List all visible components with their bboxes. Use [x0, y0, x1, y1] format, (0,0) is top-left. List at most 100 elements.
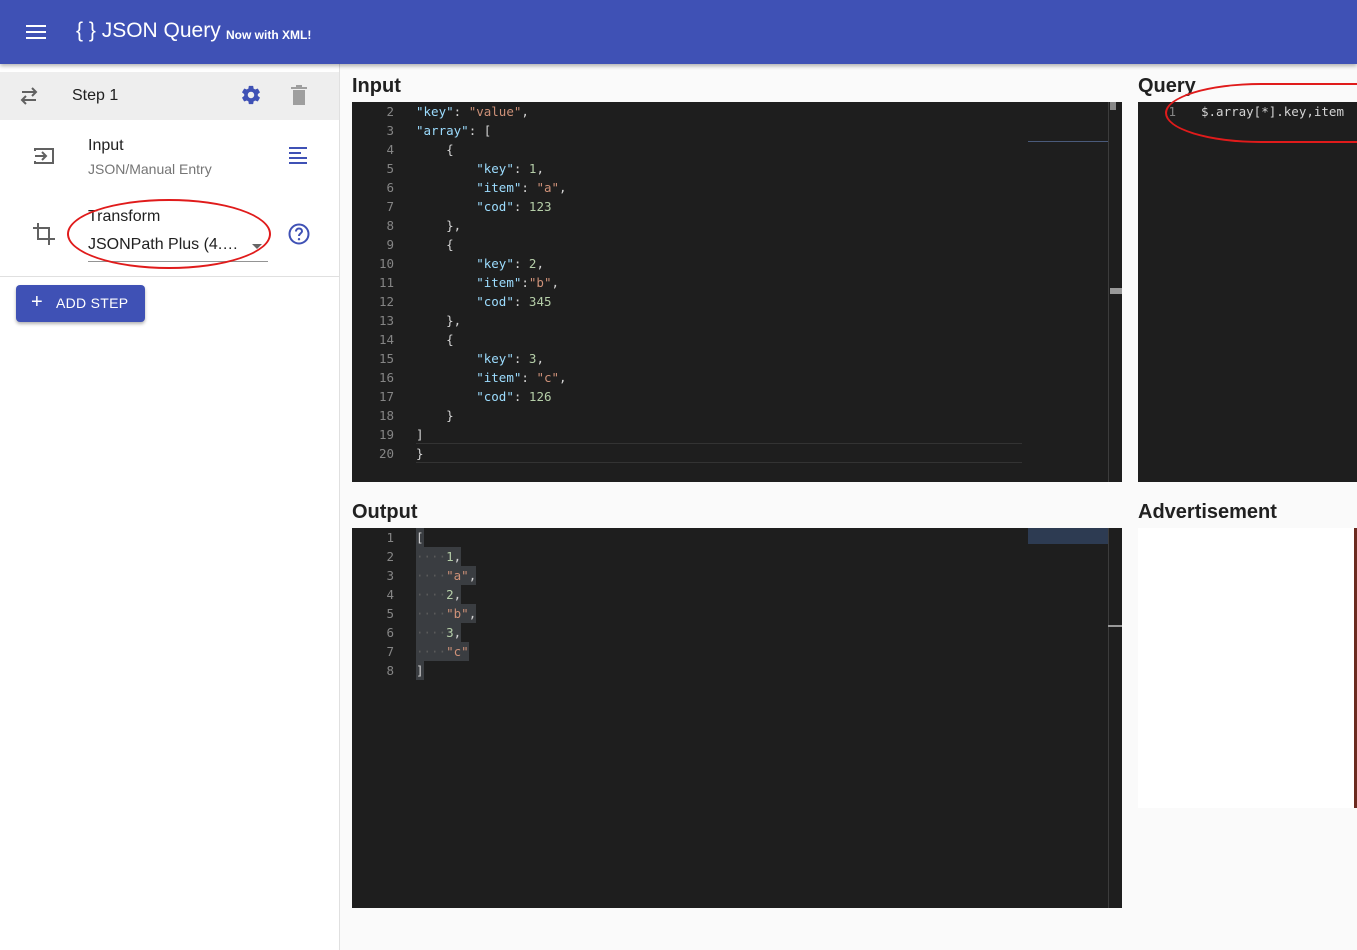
- code-line[interactable]: 10 "key": 2,: [352, 254, 1122, 273]
- input-editor[interactable]: 2 "key": "value", 3 "array": [4 {5 "key": 1…: [352, 102, 1122, 482]
- code-text: "key": 1,: [476, 161, 544, 176]
- code-line[interactable]: 7 "cod": 123: [352, 197, 1122, 216]
- code-text: ····"b",: [416, 604, 477, 623]
- code-line[interactable]: 20}: [352, 444, 1122, 463]
- code-line[interactable]: 18 }: [352, 406, 1122, 425]
- code-text: },: [446, 313, 462, 328]
- line-number: 17: [378, 389, 394, 404]
- dropdown-arrow-icon: [252, 244, 262, 249]
- code-text: "key": 2,: [476, 256, 544, 271]
- code-text: ····3,: [416, 623, 462, 642]
- line-number: 2: [386, 104, 394, 119]
- line-number: 4: [386, 587, 394, 602]
- line-number: 1: [1168, 104, 1176, 119]
- code-text: "key": 3,: [476, 351, 544, 366]
- menu-icon[interactable]: [24, 22, 48, 42]
- input-item-title[interactable]: Input: [88, 137, 124, 155]
- code-text: "item":"b",: [476, 275, 560, 290]
- code-text: "cod": 345: [476, 294, 552, 309]
- sidebar: Step 1 Input JSON/Manual Entry Transform…: [0, 64, 340, 950]
- code-text: ····"c": [416, 642, 469, 661]
- help-icon[interactable]: [288, 223, 310, 245]
- code-text: "key": "value",: [416, 104, 529, 119]
- code-line[interactable]: 3 "array": [: [352, 121, 1122, 140]
- line-number: 4: [386, 142, 394, 157]
- code-line[interactable]: 9 {: [352, 235, 1122, 254]
- output-editor[interactable]: 1[ 2 ····1, 3 ····"a", 4 ····2, 5 ····"b", 6 ····3…: [352, 528, 1122, 908]
- line-number: 12: [378, 294, 394, 309]
- code-line[interactable]: 17 "cod": 126: [352, 387, 1122, 406]
- add-step-button[interactable]: + ADD STEP: [16, 285, 145, 322]
- code-line[interactable]: 13 },: [352, 311, 1122, 330]
- line-number: 8: [386, 663, 394, 678]
- code-text: ····2,: [416, 585, 462, 604]
- code-line[interactable]: 1[: [352, 528, 1122, 547]
- line-number: 13: [378, 313, 394, 328]
- code-text: {: [446, 142, 454, 157]
- code-line[interactable]: 5 "key": 1,: [352, 159, 1122, 178]
- code-line[interactable]: 12 "cod": 345: [352, 292, 1122, 311]
- code-text: },: [446, 218, 462, 233]
- step-header[interactable]: Step 1: [0, 72, 339, 120]
- crop-icon: [33, 223, 55, 245]
- code-text: ····"a",: [416, 566, 477, 585]
- app-subtitle: Now with XML!: [226, 28, 312, 42]
- code-text: "item": "c",: [476, 370, 567, 385]
- code-text: "cod": 123: [476, 199, 552, 214]
- transform-select[interactable]: JSONPath Plus (4.…: [88, 234, 268, 262]
- code-text: $.array[*].key,item: [1201, 104, 1344, 119]
- line-number: 9: [386, 237, 394, 252]
- code-line[interactable]: 1 $.array[*].key,item: [1138, 102, 1357, 121]
- delete-icon[interactable]: [290, 84, 308, 106]
- code-line[interactable]: 7 ····"c": [352, 642, 1122, 661]
- code-line[interactable]: 6 "item": "a",: [352, 178, 1122, 197]
- line-number: 7: [386, 199, 394, 214]
- code-line[interactable]: 4 ····2,: [352, 585, 1122, 604]
- line-number: 18: [378, 408, 394, 423]
- code-line[interactable]: 16 "item": "c",: [352, 368, 1122, 387]
- line-number: 6: [386, 180, 394, 195]
- code-line[interactable]: 4 {: [352, 140, 1122, 159]
- code-line[interactable]: 6 ····3,: [352, 623, 1122, 642]
- code-line[interactable]: 5 ····"b",: [352, 604, 1122, 623]
- code-text: }: [446, 408, 454, 423]
- transform-label: Transform: [88, 208, 161, 225]
- code-text: ····1,: [416, 547, 462, 566]
- input-item-subtitle: JSON/Manual Entry: [88, 161, 212, 177]
- code-line[interactable]: 3 ····"a",: [352, 566, 1122, 585]
- advertisement-area[interactable]: [1138, 528, 1357, 808]
- output-section-title: Output: [352, 501, 418, 523]
- add-step-label: ADD STEP: [56, 295, 129, 311]
- code-line[interactable]: 14 {: [352, 330, 1122, 349]
- line-number: 2: [386, 549, 394, 564]
- gear-icon[interactable]: [240, 84, 262, 106]
- line-number: 15: [378, 351, 394, 366]
- line-number: 5: [386, 161, 394, 176]
- code-text: "cod": 126: [476, 389, 552, 404]
- code-line[interactable]: 2 ····1,: [352, 547, 1122, 566]
- query-editor[interactable]: 1 $.array[*].key,item: [1138, 102, 1357, 482]
- line-number: 20: [378, 446, 394, 461]
- code-line[interactable]: 2 "key": "value",: [352, 102, 1122, 121]
- text-format-icon[interactable]: [287, 144, 311, 168]
- line-number: 1: [386, 530, 394, 545]
- line-number: 19: [378, 427, 394, 442]
- code-line[interactable]: 8]: [352, 661, 1122, 680]
- input-icon: [34, 148, 54, 164]
- app-bar: { } JSON Query Now with XML!: [0, 0, 1357, 64]
- line-number: 16: [378, 370, 394, 385]
- app-title: { } JSON Query: [76, 19, 221, 42]
- code-text: ]: [416, 661, 424, 680]
- code-text: {: [446, 237, 454, 252]
- line-number: 6: [386, 625, 394, 640]
- code-line[interactable]: 19]: [352, 425, 1122, 444]
- line-number: 10: [378, 256, 394, 271]
- input-section-title: Input: [352, 75, 401, 97]
- code-text: "item": "a",: [476, 180, 567, 195]
- code-line[interactable]: 15 "key": 3,: [352, 349, 1122, 368]
- code-line[interactable]: 11 "item":"b",: [352, 273, 1122, 292]
- line-number: 7: [386, 644, 394, 659]
- code-line[interactable]: 8 },: [352, 216, 1122, 235]
- line-number: 3: [386, 123, 394, 138]
- query-section-title: Query: [1138, 75, 1196, 97]
